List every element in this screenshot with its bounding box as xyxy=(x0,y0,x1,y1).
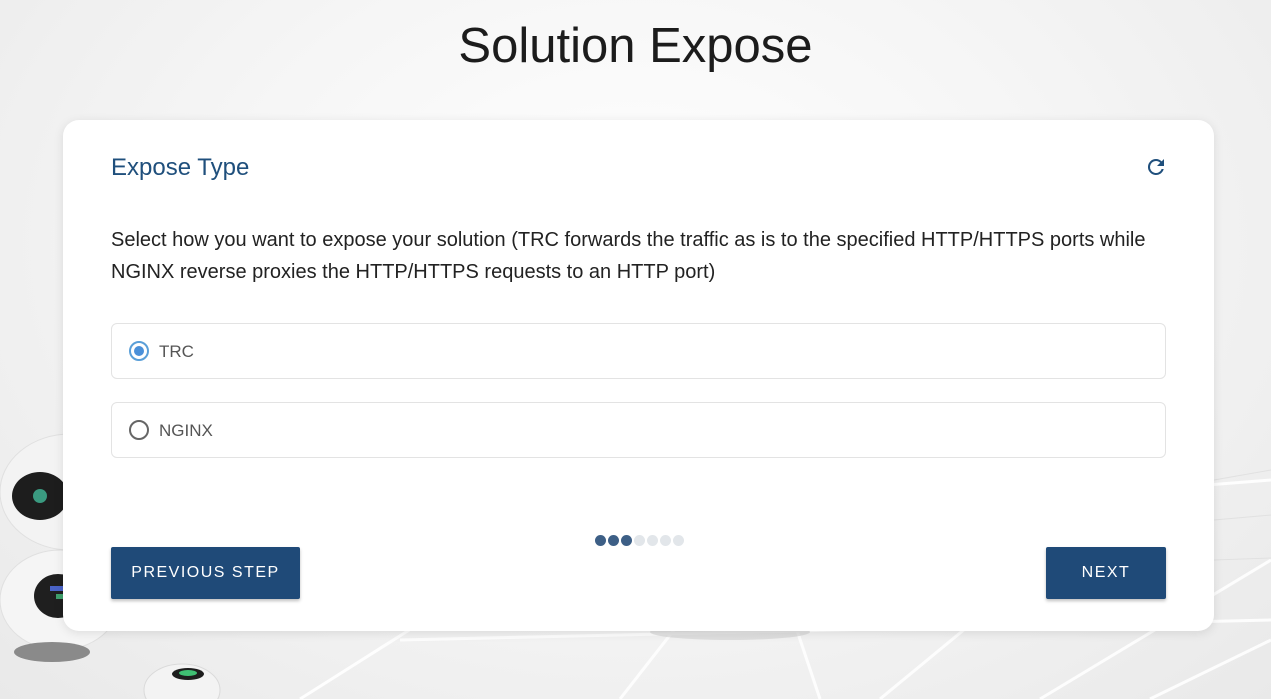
radio-trc[interactable] xyxy=(129,341,149,361)
expose-description: Select how you want to expose your solut… xyxy=(111,229,1146,283)
next-button[interactable]: NEXT xyxy=(1046,547,1166,599)
option-trc[interactable]: TRC xyxy=(111,323,1166,379)
option-trc-label: TRC xyxy=(159,342,194,361)
radio-nginx[interactable] xyxy=(129,420,149,440)
robot-illustration-small xyxy=(143,663,221,699)
option-nginx-label: NGINX xyxy=(159,421,213,440)
step-dot-5 xyxy=(647,535,658,546)
step-dot-1 xyxy=(595,535,606,546)
page-title: Solution Expose xyxy=(458,19,813,73)
card-title: Expose Type xyxy=(111,154,250,181)
step-dot-7 xyxy=(673,535,684,546)
option-nginx[interactable]: NGINX xyxy=(111,402,1166,458)
step-progress-indicator xyxy=(595,535,684,547)
step-dot-4 xyxy=(634,535,645,546)
step-dot-6 xyxy=(660,535,671,546)
refresh-icon[interactable] xyxy=(1144,155,1168,179)
step-dot-2 xyxy=(608,535,619,546)
expose-type-card: Expose Type Select how you want to expos… xyxy=(63,120,1214,631)
step-dot-3 xyxy=(621,535,632,546)
previous-step-button[interactable]: PREVIOUS STEP xyxy=(111,547,300,599)
